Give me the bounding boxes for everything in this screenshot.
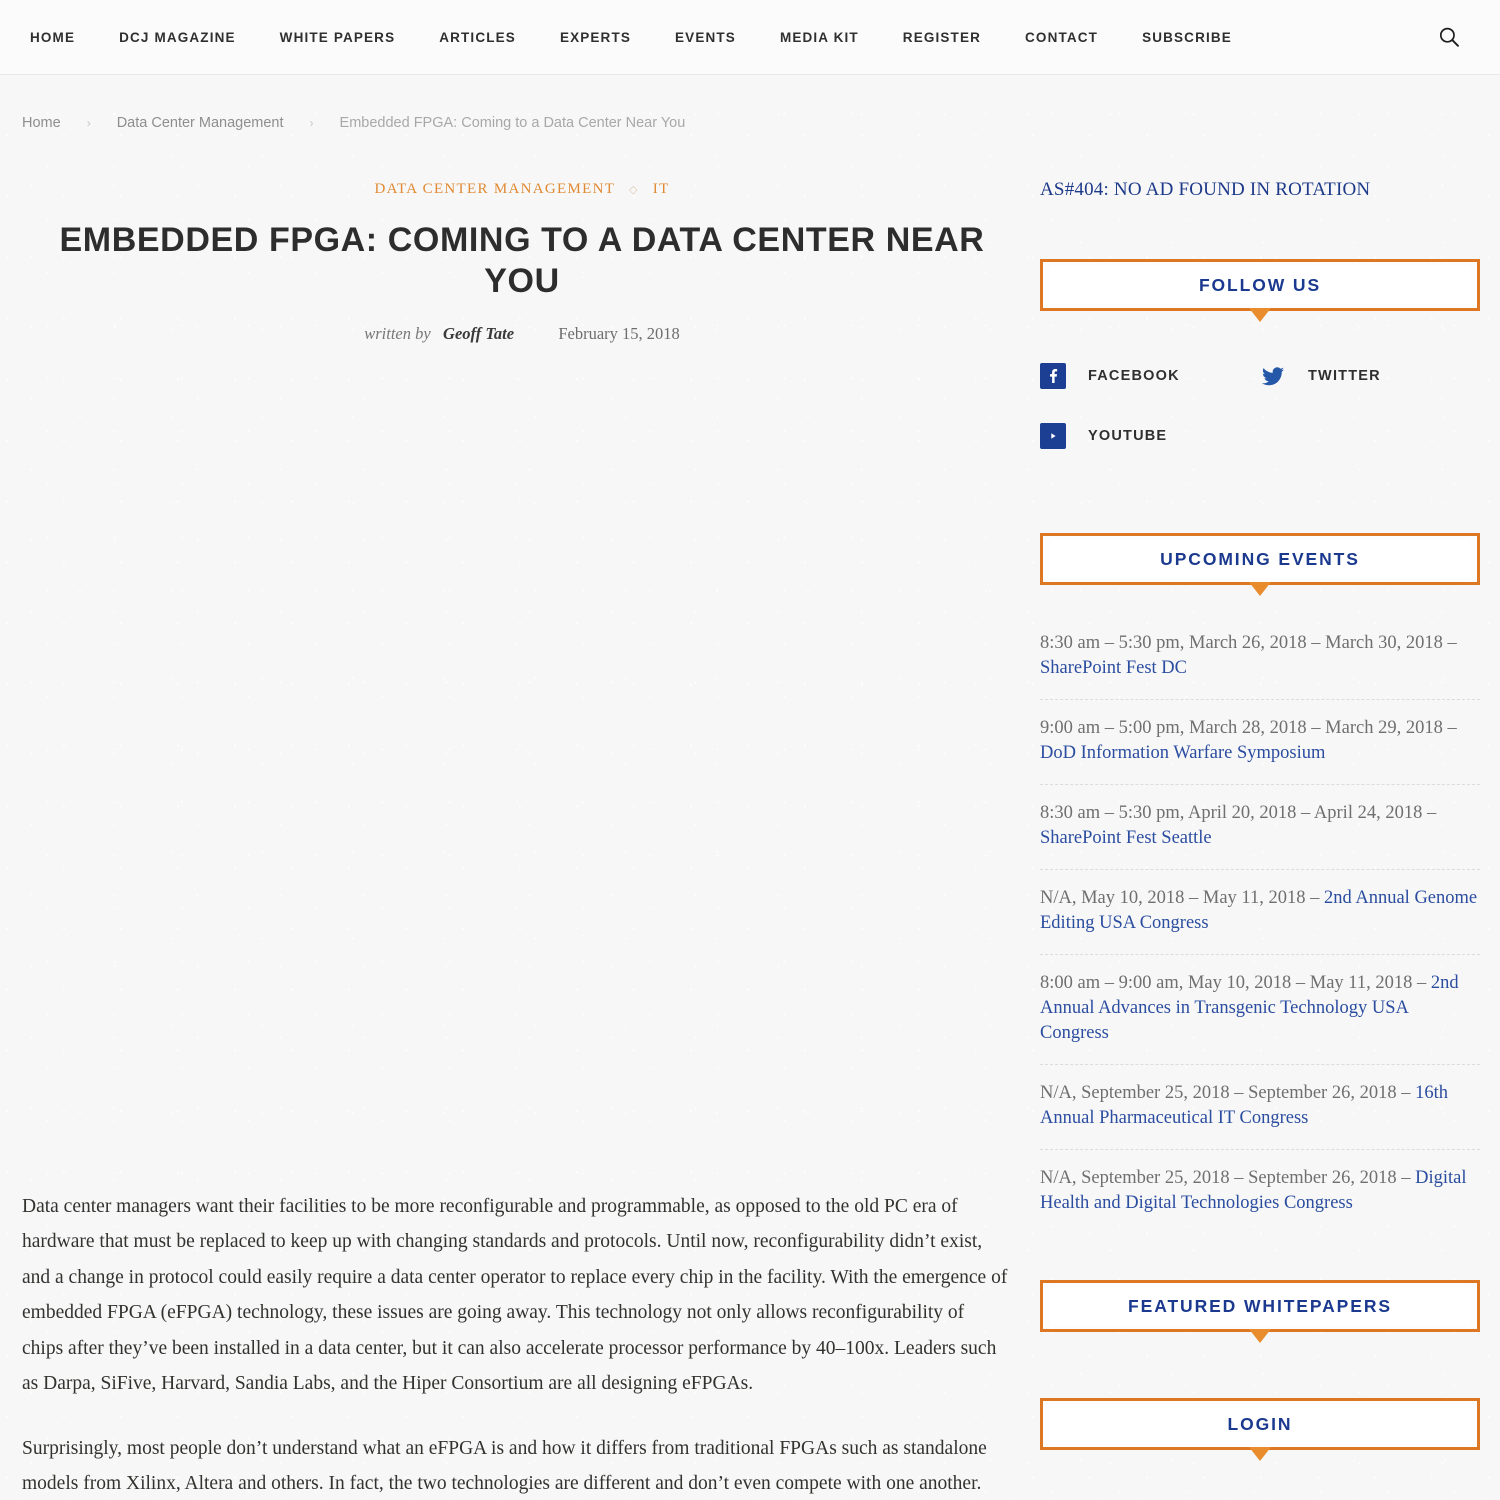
breadcrumb-separator-icon: › <box>86 116 91 130</box>
widget-header: FEATURED WHITEPAPERS <box>1040 1280 1480 1343</box>
facebook-icon <box>1040 363 1066 389</box>
list-item: 8:30 am – 5:30 pm, March 26, 2018 – Marc… <box>1040 615 1480 700</box>
nav-item-register[interactable]: REGISTER <box>881 30 1003 45</box>
nav-item-articles[interactable]: ARTICLES <box>417 30 538 45</box>
page-wrapper: DATA CENTER MANAGEMENT ◇ IT EMBEDDED FPG… <box>0 131 1500 1500</box>
twitter-icon <box>1260 363 1286 389</box>
article-body: Data center managers want their faciliti… <box>22 1189 1022 1500</box>
nav-item-home[interactable]: HOME <box>26 30 97 45</box>
breadcrumb-item-home[interactable]: Home <box>22 115 61 131</box>
event-date-time: N/A, September 25, 2018 – September 26, … <box>1040 1168 1416 1188</box>
widget-header: UPCOMING EVENTS <box>1040 533 1480 596</box>
search-icon <box>1439 27 1459 47</box>
nav-item-white-papers[interactable]: WHITE PAPERS <box>258 30 418 45</box>
featured-image-placeholder <box>22 344 1022 1189</box>
event-date-time: 9:00 am – 5:00 pm, March 28, 2018 – Marc… <box>1040 718 1457 738</box>
social-label-twitter: TWITTER <box>1308 368 1381 384</box>
category-link-data-center-management[interactable]: DATA CENTER MANAGEMENT <box>374 181 614 197</box>
breadcrumb-separator-icon: › <box>309 116 314 130</box>
chevron-down-icon <box>1249 1447 1271 1461</box>
widget-title-follow-us: FOLLOW US <box>1198 274 1322 295</box>
widget-upcoming-events: UPCOMING EVENTS 8:30 am – 5:30 pm, March… <box>1040 533 1480 1234</box>
list-item: N/A, May 10, 2018 – May 11, 2018 – 2nd A… <box>1040 870 1480 955</box>
byline-date: February 15, 2018 <box>558 323 680 343</box>
list-item: 8:30 am – 5:30 pm, April 20, 2018 – Apri… <box>1040 785 1480 870</box>
category-link-it[interactable]: IT <box>653 181 670 197</box>
breadcrumb-item-current: Embedded FPGA: Coming to a Data Center N… <box>339 115 686 131</box>
social-label-facebook: FACEBOOK <box>1088 368 1180 384</box>
chevron-down-icon <box>1249 1329 1271 1343</box>
list-item: 8:00 am – 9:00 am, May 10, 2018 – May 11… <box>1040 955 1480 1065</box>
social-label-youtube: YOUTUBE <box>1088 428 1168 444</box>
event-date-time: N/A, May 10, 2018 – May 11, 2018 – <box>1040 888 1324 908</box>
widget-follow-us: FOLLOW US FACEBOOK TWITTER YOUTUBE <box>1040 259 1480 483</box>
list-item: 9:00 am – 5:00 pm, March 28, 2018 – Marc… <box>1040 700 1480 785</box>
chevron-down-icon <box>1249 582 1271 596</box>
social-links-grid: FACEBOOK TWITTER YOUTUBE <box>1040 363 1480 483</box>
event-link[interactable]: DoD Information Warfare Symposium <box>1040 743 1325 763</box>
category-separator-icon: ◇ <box>628 184 639 196</box>
list-item: N/A, September 25, 2018 – September 26, … <box>1040 1150 1480 1234</box>
byline-written-by-label: written by <box>364 323 431 343</box>
breadcrumb: Home › Data Center Management › Embedded… <box>0 75 1500 131</box>
event-date-time: 8:30 am – 5:30 pm, March 26, 2018 – Marc… <box>1040 633 1457 653</box>
main-navigation: HOME DCJ MAGAZINE WHITE PAPERS ARTICLES … <box>0 30 1254 45</box>
nav-item-subscribe[interactable]: SUBSCRIBE <box>1120 30 1254 45</box>
event-link[interactable]: SharePoint Fest Seattle <box>1040 828 1212 848</box>
event-date-time: 8:30 am – 5:30 pm, April 20, 2018 – Apri… <box>1040 803 1437 823</box>
list-item: N/A, September 25, 2018 – September 26, … <box>1040 1065 1480 1150</box>
chevron-down-icon <box>1249 308 1271 322</box>
widget-title-featured-whitepapers: FEATURED WHITEPAPERS <box>1128 1295 1392 1316</box>
nav-item-experts[interactable]: EXPERTS <box>538 30 653 45</box>
nav-item-events[interactable]: EVENTS <box>653 30 758 45</box>
social-link-youtube[interactable]: YOUTUBE <box>1040 423 1260 449</box>
event-link[interactable]: SharePoint Fest DC <box>1040 658 1187 678</box>
widget-header: LOGIN <box>1040 1398 1480 1461</box>
widget-featured-whitepapers: FEATURED WHITEPAPERS <box>1040 1280 1480 1343</box>
events-list: 8:30 am – 5:30 pm, March 26, 2018 – Marc… <box>1040 615 1480 1234</box>
widget-header: FOLLOW US <box>1040 259 1480 322</box>
sidebar: AS#404: NO AD FOUND IN ROTATION FOLLOW U… <box>1040 131 1480 1500</box>
article-paragraph: Surprisingly, most people don’t understa… <box>22 1437 987 1495</box>
social-link-facebook[interactable]: FACEBOOK <box>1040 363 1260 389</box>
breadcrumb-item-category[interactable]: Data Center Management <box>117 115 284 131</box>
event-date-time: N/A, September 25, 2018 – September 26, … <box>1040 1083 1416 1103</box>
social-link-twitter[interactable]: TWITTER <box>1260 363 1480 389</box>
ad-rotation-notice[interactable]: AS#404: NO AD FOUND IN ROTATION <box>1040 179 1480 201</box>
widget-title-login: LOGIN <box>1227 1413 1293 1434</box>
nav-item-media-kit[interactable]: MEDIA KIT <box>758 30 881 45</box>
event-date-time: 8:00 am – 9:00 am, May 10, 2018 – May 11… <box>1040 973 1431 993</box>
widget-login: LOGIN <box>1040 1398 1480 1461</box>
sidebar-tail-spacer <box>1040 1490 1480 1500</box>
article-content: DATA CENTER MANAGEMENT ◇ IT EMBEDDED FPG… <box>22 131 1022 1500</box>
nav-item-contact[interactable]: CONTACT <box>1003 30 1120 45</box>
article-paragraph: Data center managers want their faciliti… <box>22 1195 1008 1395</box>
page-title: EMBEDDED FPGA: COMING TO A DATA CENTER N… <box>59 221 985 300</box>
article-byline: written by Geoff Tate February 15, 2018 <box>22 324 1022 344</box>
byline-author[interactable]: Geoff Tate <box>443 324 514 343</box>
site-header: HOME DCJ MAGAZINE WHITE PAPERS ARTICLES … <box>0 0 1500 75</box>
widget-title-upcoming-events: UPCOMING EVENTS <box>1160 548 1360 569</box>
youtube-icon <box>1040 423 1066 449</box>
nav-item-dcj-magazine[interactable]: DCJ MAGAZINE <box>97 30 258 45</box>
article-categories: DATA CENTER MANAGEMENT ◇ IT <box>22 181 1022 198</box>
search-button[interactable] <box>1436 24 1462 50</box>
